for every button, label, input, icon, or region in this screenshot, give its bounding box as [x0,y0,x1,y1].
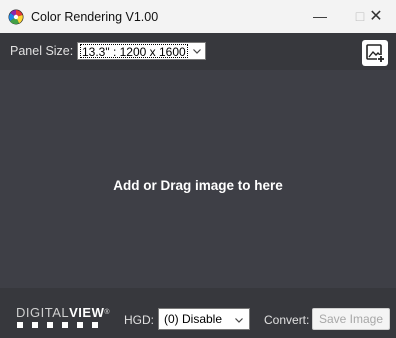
logo-text-bold: VIEW [69,305,105,320]
save-image-button[interactable]: Save Image [312,308,390,330]
drop-area-text: Add or Drag image to here [113,178,283,193]
hgd-select[interactable]: (0) Disable [158,308,250,330]
panel-size-label: Panel Size: [10,44,74,58]
logo-dot [92,322,98,328]
window-title: Color Rendering V1.00 [31,10,159,24]
title-bar: Color Rendering V1.00 — □ ✕ [0,0,396,33]
logo-dot [17,322,23,328]
image-drop-area[interactable]: Add or Drag image to here [0,70,396,288]
panel-size-select[interactable]: 13.3" : 1200 x 1600 [77,42,206,60]
logo-dots [17,322,113,328]
chevron-down-icon [235,318,243,323]
logo-dot [32,322,38,328]
minimize-button[interactable]: — [300,0,340,33]
image-add-icon [366,44,385,63]
chevron-down-icon [193,49,201,54]
logo-dot [47,322,53,328]
logo-dot [77,322,83,328]
logo-registered-mark: ® [104,309,111,316]
logo-text-thin: DIGITAL [16,305,70,320]
convert-label: Convert: [264,313,310,327]
add-image-button[interactable] [362,40,388,66]
app-window: Color Rendering V1.00 — □ ✕ Panel Size: … [0,0,396,338]
logo-dot [62,322,68,328]
close-button[interactable]: ✕ [356,0,396,33]
color-wheel-icon [8,9,24,25]
hgd-label: HGD: [124,313,154,327]
panel-size-value: 13.3" : 1200 x 1600 [80,44,188,58]
hgd-value: (0) Disable [164,312,223,326]
digitalview-logo: DIGITALVIEW® [16,306,116,330]
